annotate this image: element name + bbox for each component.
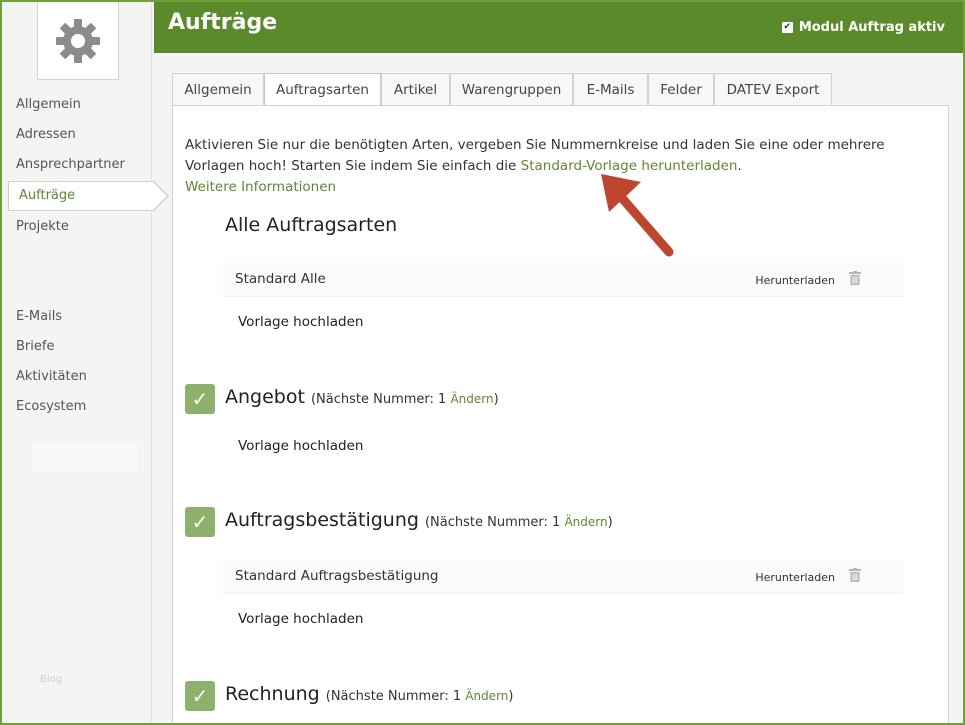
section-title-angebot: Angebot (Nächste Nummer: 1 Ändern) [225,386,499,408]
template-row-standard-alle: Standard Alle Herunterladen [223,263,903,297]
trash-icon[interactable] [849,568,861,582]
more-info-link[interactable]: Weitere Informationen [185,179,336,195]
template-name: Standard Auftragsbestätigung [235,568,439,584]
section-title-all: Alle Auftragsarten [225,214,398,236]
app-frame: Allgemein Adressen Ansprechpartner Auftr… [0,0,965,725]
module-active-label: Modul Auftrag aktiv [798,20,945,35]
blog-link[interactable]: Blog [40,674,62,685]
tab-auftragsarten[interactable]: Auftragsarten [264,73,381,107]
intro-text: Aktivieren Sie nur die benötigten Arten,… [185,135,945,198]
sidebar: Allgemein Adressen Ansprechpartner Auftr… [2,2,169,723]
rechnung-next-suffix: ) [508,689,514,704]
trash-icon[interactable] [849,271,861,285]
module-active-toggle[interactable]: ✔ Modul Auftrag aktiv [781,20,945,35]
section-title-rechnung: Rechnung (Nächste Nummer: 1 Ändern) [225,683,513,705]
upload-template-link-angebot[interactable]: Vorlage hochladen [238,438,363,454]
rechnung-title: Rechnung [225,683,320,705]
sidebar-item-ecosystem[interactable]: Ecosystem [16,398,86,416]
auftragsbestaetigung-title: Auftragsbestätigung [225,509,419,531]
angebot-title: Angebot [225,386,305,408]
sidebar-item-allgemein[interactable]: Allgemein [16,96,81,114]
tab-felder[interactable]: Felder [648,73,714,106]
auftragsbestaetigung-checkbox[interactable]: ✓ [185,507,215,537]
sidebar-item-adressen[interactable]: Adressen [16,126,76,144]
section-title-auftragsbestaetigung: Auftragsbestätigung (Nächste Nummer: 1 Ä… [225,509,613,531]
rechnung-change-link[interactable]: Ändern [465,689,508,703]
angebot-checkbox[interactable]: ✓ [185,384,215,414]
upload-template-link-all[interactable]: Vorlage hochladen [238,314,363,330]
sidebar-item-emails[interactable]: E-Mails [16,308,62,326]
tab-emails[interactable]: E-Mails [573,73,648,106]
angebot-change-link[interactable]: Ändern [450,392,493,406]
download-link[interactable]: Herunterladen [755,571,835,584]
module-active-checkbox[interactable]: ✔ [781,22,793,33]
template-row-standard-auftragsbestaetigung: Standard Auftragsbestätigung Herunterlad… [223,560,903,594]
auftragsbestaetigung-next-suffix: ) [607,515,613,530]
sidebar-item-auftraege[interactable]: Aufträge [8,181,169,211]
check-icon: ✓ [191,510,209,534]
template-name: Standard Alle [235,271,326,287]
logo[interactable] [37,2,119,80]
rechnung-next-number: (Nächste Nummer: 1 [325,689,466,704]
angebot-next-number: (Nächste Nummer: 1 [310,392,451,407]
intro-text-part2: . [737,158,742,174]
arrow-annotation [601,174,674,257]
angebot-next-suffix: ) [493,392,499,407]
auftragsbestaetigung-next-number: (Nächste Nummer: 1 [424,515,565,530]
sidebar-item-ansprechpartner[interactable]: Ansprechpartner [16,156,125,174]
sidebar-placeholder [32,442,137,472]
page-title: Aufträge [168,10,278,35]
download-link[interactable]: Herunterladen [755,274,835,287]
check-icon: ✓ [191,684,209,708]
rechnung-checkbox[interactable]: ✓ [185,681,215,711]
tab-allgemein[interactable]: Allgemein [172,73,264,106]
tab-datev-export[interactable]: DATEV Export [714,73,832,106]
check-icon: ✓ [191,387,209,411]
tab-artikel[interactable]: Artikel [381,73,450,106]
sidebar-item-projekte[interactable]: Projekte [16,218,69,236]
page-header: Aufträge ✔ Modul Auftrag aktiv [154,2,963,53]
tab-warengruppen[interactable]: Warengruppen [450,73,573,106]
content-panel: Aktivieren Sie nur die benötigten Arten,… [172,105,949,723]
upload-template-link-auftragsbestaetigung[interactable]: Vorlage hochladen [238,611,363,627]
gear-icon [56,18,100,63]
auftragsbestaetigung-change-link[interactable]: Ändern [564,515,607,529]
sidebar-item-aktivitaeten[interactable]: Aktivitäten [16,368,87,386]
sidebar-item-briefe[interactable]: Briefe [16,338,54,356]
